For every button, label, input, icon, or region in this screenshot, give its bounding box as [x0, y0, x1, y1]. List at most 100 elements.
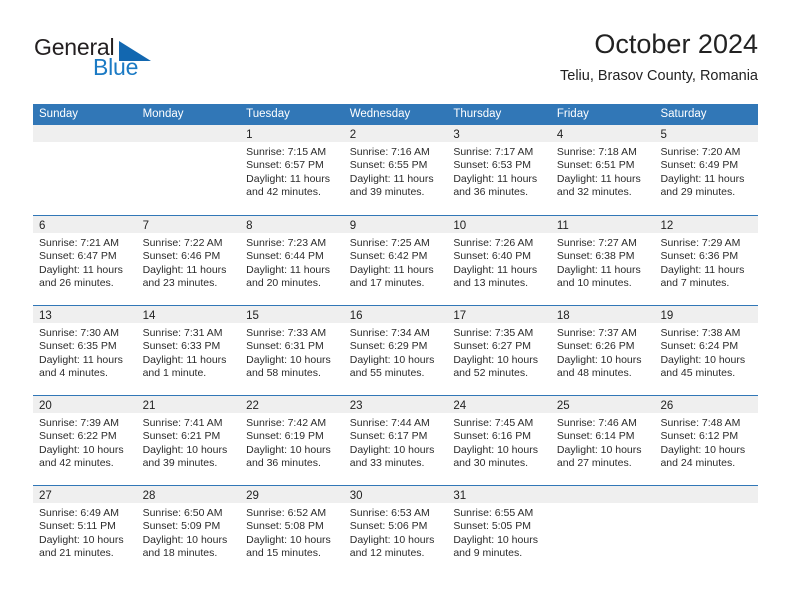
day-number-band: 26 [654, 396, 759, 413]
day-cell[interactable]: 19 Sunrise: 7:38 AM Sunset: 6:24 PM Dayl… [654, 306, 759, 395]
sunset-text: Sunset: 6:24 PM [660, 340, 739, 353]
day-details: Sunrise: 6:52 AM Sunset: 5:08 PM Dayligh… [240, 503, 344, 560]
sunset-text: Sunset: 6:35 PM [39, 340, 117, 353]
daylight-text-line1: Daylight: 11 hours [556, 172, 641, 185]
day-cell[interactable]: 1 Sunrise: 7:15 AM Sunset: 6:57 PM Dayli… [240, 125, 344, 215]
daylight-text-line2: and 1 minute. [142, 366, 207, 379]
day-details [551, 503, 655, 507]
day-number: 24 [453, 400, 467, 412]
day-cell[interactable]: 3 Sunrise: 7:17 AM Sunset: 6:53 PM Dayli… [447, 125, 551, 215]
day-number-band: 3 [447, 125, 551, 142]
day-cell[interactable]: 7 Sunrise: 7:22 AM Sunset: 6:46 PM Dayli… [136, 216, 241, 305]
day-details: Sunrise: 7:37 AM Sunset: 6:26 PM Dayligh… [551, 323, 655, 380]
daylight-text-line2: and 32 minutes. [556, 185, 632, 198]
sunrise-text: Sunrise: 7:27 AM [556, 237, 637, 249]
sunrise-text: Sunrise: 6:50 AM [142, 507, 223, 519]
day-number: 18 [556, 310, 570, 322]
daylight-text-line1: Daylight: 10 hours [453, 443, 538, 456]
sunset-text: Sunset: 6:36 PM [660, 250, 739, 263]
day-number: 11 [556, 220, 569, 232]
day-cell[interactable]: 26 Sunrise: 7:48 AM Sunset: 6:12 PM Dayl… [654, 396, 759, 485]
day-details: Sunrise: 6:49 AM Sunset: 5:11 PM Dayligh… [33, 503, 137, 560]
day-number-band [550, 486, 655, 503]
daylight-text-line1: Daylight: 11 hours [660, 263, 745, 276]
day-number: 23 [349, 400, 363, 412]
day-cell[interactable]: 4 Sunrise: 7:18 AM Sunset: 6:51 PM Dayli… [550, 125, 655, 215]
day-cell[interactable]: 18 Sunrise: 7:37 AM Sunset: 6:26 PM Dayl… [550, 306, 655, 395]
sunrise-text: Sunrise: 6:52 AM [246, 507, 327, 519]
daylight-text-line2: and 33 minutes. [349, 456, 425, 469]
day-details: Sunrise: 7:46 AM Sunset: 6:14 PM Dayligh… [551, 413, 655, 470]
day-cell[interactable]: 22 Sunrise: 7:42 AM Sunset: 6:19 PM Dayl… [240, 396, 344, 485]
day-cell[interactable]: 21 Sunrise: 7:41 AM Sunset: 6:21 PM Dayl… [136, 396, 241, 485]
day-details: Sunrise: 6:53 AM Sunset: 5:06 PM Dayligh… [344, 503, 448, 560]
week-row: 1 Sunrise: 7:15 AM Sunset: 6:57 PM Dayli… [33, 125, 759, 215]
daylight-text-line1: Daylight: 10 hours [39, 443, 124, 456]
day-cell[interactable] [550, 486, 655, 575]
day-cell[interactable]: 27 Sunrise: 6:49 AM Sunset: 5:11 PM Dayl… [33, 486, 137, 575]
day-cell[interactable]: 14 Sunrise: 7:31 AM Sunset: 6:33 PM Dayl… [136, 306, 241, 395]
daylight-text-line2: and 48 minutes. [556, 366, 632, 379]
day-cell[interactable]: 29 Sunrise: 6:52 AM Sunset: 5:08 PM Dayl… [240, 486, 344, 575]
daylight-text-line2: and 7 minutes. [660, 276, 730, 289]
daylight-text-line1: Daylight: 10 hours [556, 353, 642, 366]
week-row: 13 Sunrise: 7:30 AM Sunset: 6:35 PM Dayl… [33, 305, 759, 395]
day-cell[interactable] [33, 125, 137, 215]
day-details: Sunrise: 7:34 AM Sunset: 6:29 PM Dayligh… [344, 323, 448, 380]
day-number-band: 2 [343, 125, 448, 142]
day-details: Sunrise: 7:35 AM Sunset: 6:27 PM Dayligh… [447, 323, 551, 380]
day-cell[interactable]: 12 Sunrise: 7:29 AM Sunset: 6:36 PM Dayl… [654, 216, 759, 305]
sunrise-text: Sunrise: 7:30 AM [39, 327, 119, 339]
day-cell[interactable]: 23 Sunrise: 7:44 AM Sunset: 6:17 PM Dayl… [343, 396, 448, 485]
day-number: 12 [660, 220, 674, 232]
sunrise-text: Sunrise: 7:44 AM [349, 417, 430, 429]
day-cell[interactable]: 2 Sunrise: 7:16 AM Sunset: 6:55 PM Dayli… [343, 125, 448, 215]
day-number-band [654, 486, 759, 503]
day-cell[interactable]: 24 Sunrise: 7:45 AM Sunset: 6:16 PM Dayl… [447, 396, 551, 485]
day-cell[interactable] [136, 125, 241, 215]
daylight-text-line2: and 13 minutes. [453, 276, 529, 289]
sunrise-text: Sunrise: 7:15 AM [246, 146, 327, 158]
daylight-text-line1: Daylight: 11 hours [39, 263, 123, 276]
page-header: General Blue October 2024 Teliu, Brasov … [34, 28, 758, 100]
day-number-band: 15 [240, 306, 344, 323]
day-cell[interactable]: 16 Sunrise: 7:34 AM Sunset: 6:29 PM Dayl… [343, 306, 448, 395]
day-cell[interactable]: 20 Sunrise: 7:39 AM Sunset: 6:22 PM Dayl… [33, 396, 137, 485]
daylight-text-line2: and 20 minutes. [246, 276, 321, 289]
day-cell[interactable]: 10 Sunrise: 7:26 AM Sunset: 6:40 PM Dayl… [447, 216, 551, 305]
day-number: 20 [39, 400, 52, 412]
day-cell[interactable]: 6 Sunrise: 7:21 AM Sunset: 6:47 PM Dayli… [33, 216, 137, 305]
day-cell[interactable]: 13 Sunrise: 7:30 AM Sunset: 6:35 PM Dayl… [33, 306, 137, 395]
day-number: 10 [453, 220, 467, 232]
weekday-header-sunday: Sunday [39, 108, 79, 120]
day-details: Sunrise: 7:42 AM Sunset: 6:19 PM Dayligh… [240, 413, 344, 470]
day-cell[interactable]: 28 Sunrise: 6:50 AM Sunset: 5:09 PM Dayl… [136, 486, 241, 575]
day-number-band: 10 [447, 216, 551, 233]
daylight-text-line1: Daylight: 11 hours [39, 353, 123, 366]
day-cell[interactable]: 15 Sunrise: 7:33 AM Sunset: 6:31 PM Dayl… [240, 306, 344, 395]
day-details: Sunrise: 7:41 AM Sunset: 6:21 PM Dayligh… [137, 413, 241, 470]
sunset-text: Sunset: 6:46 PM [142, 250, 221, 263]
day-number: 25 [556, 400, 570, 412]
day-cell[interactable]: 30 Sunrise: 6:53 AM Sunset: 5:06 PM Dayl… [343, 486, 448, 575]
general-blue-logo[interactable]: General Blue [34, 34, 184, 90]
day-cell[interactable]: 25 Sunrise: 7:46 AM Sunset: 6:14 PM Dayl… [550, 396, 655, 485]
day-cell[interactable] [654, 486, 759, 575]
sunset-text: Sunset: 5:08 PM [246, 520, 324, 533]
day-details: Sunrise: 7:23 AM Sunset: 6:44 PM Dayligh… [240, 233, 344, 290]
day-number-band: 4 [550, 125, 655, 142]
day-cell[interactable]: 11 Sunrise: 7:27 AM Sunset: 6:38 PM Dayl… [550, 216, 655, 305]
day-details: Sunrise: 7:18 AM Sunset: 6:51 PM Dayligh… [551, 142, 655, 199]
day-number-band: 28 [136, 486, 241, 503]
day-cell[interactable]: 31 Sunrise: 6:55 AM Sunset: 5:05 PM Dayl… [447, 486, 551, 575]
daylight-text-line1: Daylight: 11 hours [349, 263, 434, 276]
day-details: Sunrise: 7:39 AM Sunset: 6:22 PM Dayligh… [33, 413, 137, 470]
day-cell[interactable]: 8 Sunrise: 7:23 AM Sunset: 6:44 PM Dayli… [240, 216, 344, 305]
day-cell[interactable]: 9 Sunrise: 7:25 AM Sunset: 6:42 PM Dayli… [343, 216, 448, 305]
week-row: 27 Sunrise: 6:49 AM Sunset: 5:11 PM Dayl… [33, 485, 759, 575]
day-details: Sunrise: 7:22 AM Sunset: 6:46 PM Dayligh… [137, 233, 241, 290]
sunset-text: Sunset: 6:33 PM [142, 340, 221, 353]
day-cell[interactable]: 5 Sunrise: 7:20 AM Sunset: 6:49 PM Dayli… [654, 125, 759, 215]
day-cell[interactable]: 17 Sunrise: 7:35 AM Sunset: 6:27 PM Dayl… [447, 306, 551, 395]
day-number: 8 [246, 220, 253, 232]
